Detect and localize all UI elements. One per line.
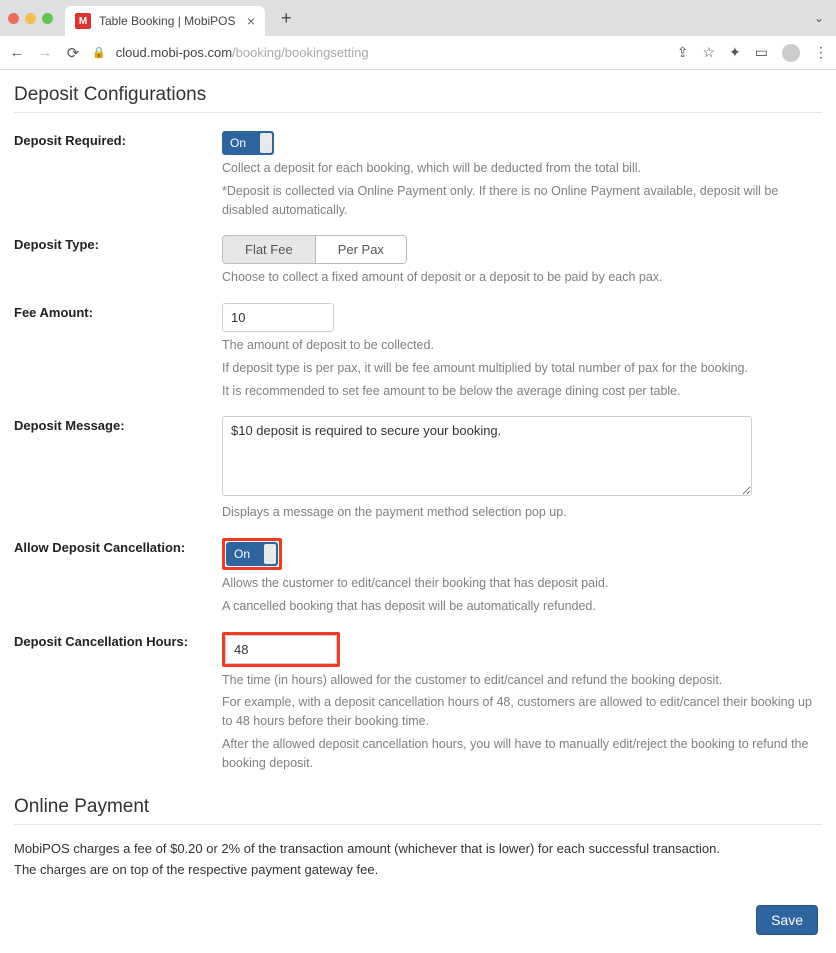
section-heading-deposit: Deposit Configurations xyxy=(14,84,822,113)
reader-icon[interactable]: ▭ xyxy=(755,44,768,61)
extensions-icon[interactable]: ✦ xyxy=(729,44,741,61)
help-text: Allows the customer to edit/cancel their… xyxy=(222,574,822,593)
tab-title: Table Booking | MobiPOS xyxy=(99,14,236,28)
help-text: Choose to collect a fixed amount of depo… xyxy=(222,268,822,287)
toggle-knob xyxy=(264,544,276,564)
input-cancel-hours[interactable] xyxy=(225,635,337,664)
toggle-allow-cancel[interactable]: On xyxy=(226,542,278,566)
help-text: For example, with a deposit cancellation… xyxy=(222,693,822,731)
segmented-deposit-type: Flat Fee Per Pax xyxy=(222,235,407,264)
browser-tab[interactable]: M Table Booking | MobiPOS × xyxy=(65,6,265,36)
minimize-window-icon[interactable] xyxy=(25,13,36,24)
toolbar-right: ⇪ ☆ ✦ ▭ ⋮ xyxy=(677,44,828,62)
row-allow-cancel: Allow Deposit Cancellation: On Allows th… xyxy=(14,530,822,624)
new-tab-button[interactable]: + xyxy=(271,8,302,29)
help-text: After the allowed deposit cancellation h… xyxy=(222,735,822,773)
label-deposit-required: Deposit Required: xyxy=(14,131,222,219)
help-text: *Deposit is collected via Online Payment… xyxy=(222,182,822,220)
share-icon[interactable]: ⇪ xyxy=(677,44,689,61)
lock-icon[interactable]: 🔒 xyxy=(92,46,106,59)
row-deposit-message: Deposit Message: Displays a message on t… xyxy=(14,408,822,530)
input-fee-amount[interactable] xyxy=(222,303,334,332)
help-text: It is recommended to set fee amount to b… xyxy=(222,382,822,401)
back-button[interactable]: ← xyxy=(8,44,26,61)
browser-tab-strip: M Table Booking | MobiPOS × + ⌄ xyxy=(0,0,836,36)
tab-overflow-icon[interactable]: ⌄ xyxy=(814,11,828,25)
option-per-pax[interactable]: Per Pax xyxy=(316,236,406,263)
url-path: /booking/bookingsetting xyxy=(232,45,369,60)
footer-actions: Save xyxy=(0,895,836,953)
label-allow-cancel: Allow Deposit Cancellation: xyxy=(14,538,222,616)
help-text: Collect a deposit for each booking, whic… xyxy=(222,159,822,178)
menu-icon[interactable]: ⋮ xyxy=(814,44,828,61)
payment-info-text: The charges are on top of the respective… xyxy=(14,860,822,881)
page-content: Deposit Configurations Deposit Required:… xyxy=(0,70,836,895)
favicon-icon: M xyxy=(75,13,91,29)
help-text: Displays a message on the payment method… xyxy=(222,503,822,522)
help-text: The time (in hours) allowed for the cust… xyxy=(222,671,822,690)
save-button[interactable]: Save xyxy=(756,905,818,935)
address-bar[interactable]: cloud.mobi-pos.com/booking/bookingsettin… xyxy=(116,45,369,60)
browser-toolbar: ← → ⟳ 🔒 cloud.mobi-pos.com/booking/booki… xyxy=(0,36,836,70)
close-tab-icon[interactable]: × xyxy=(247,13,255,29)
label-cancel-hours: Deposit Cancellation Hours: xyxy=(14,632,222,773)
section-heading-payment: Online Payment xyxy=(14,796,822,825)
row-deposit-required: Deposit Required: On Collect a deposit f… xyxy=(14,123,822,227)
profile-avatar-icon[interactable] xyxy=(782,44,800,62)
url-host: cloud.mobi-pos.com xyxy=(116,45,232,60)
forward-button: → xyxy=(36,44,54,61)
textarea-deposit-message[interactable] xyxy=(222,416,752,496)
highlight-cancel-hours xyxy=(222,632,340,667)
window-controls xyxy=(8,13,53,24)
maximize-window-icon[interactable] xyxy=(42,13,53,24)
close-window-icon[interactable] xyxy=(8,13,19,24)
option-flat-fee[interactable]: Flat Fee xyxy=(223,236,316,263)
toggle-deposit-required[interactable]: On xyxy=(222,131,274,155)
help-text: A cancelled booking that has deposit wil… xyxy=(222,597,822,616)
toggle-label: On xyxy=(230,136,246,150)
toggle-label: On xyxy=(234,547,250,561)
label-fee-amount: Fee Amount: xyxy=(14,303,222,400)
label-deposit-type: Deposit Type: xyxy=(14,235,222,287)
highlight-allow-cancel: On xyxy=(222,538,282,570)
bookmark-icon[interactable]: ☆ xyxy=(702,44,715,61)
toggle-knob xyxy=(260,133,272,153)
label-deposit-message: Deposit Message: xyxy=(14,416,222,522)
row-fee-amount: Fee Amount: The amount of deposit to be … xyxy=(14,295,822,408)
help-text: If deposit type is per pax, it will be f… xyxy=(222,359,822,378)
row-deposit-type: Deposit Type: Flat Fee Per Pax Choose to… xyxy=(14,227,822,295)
payment-info-text: MobiPOS charges a fee of $0.20 or 2% of … xyxy=(14,839,822,860)
help-text: The amount of deposit to be collected. xyxy=(222,336,822,355)
reload-button[interactable]: ⟳ xyxy=(64,44,82,62)
